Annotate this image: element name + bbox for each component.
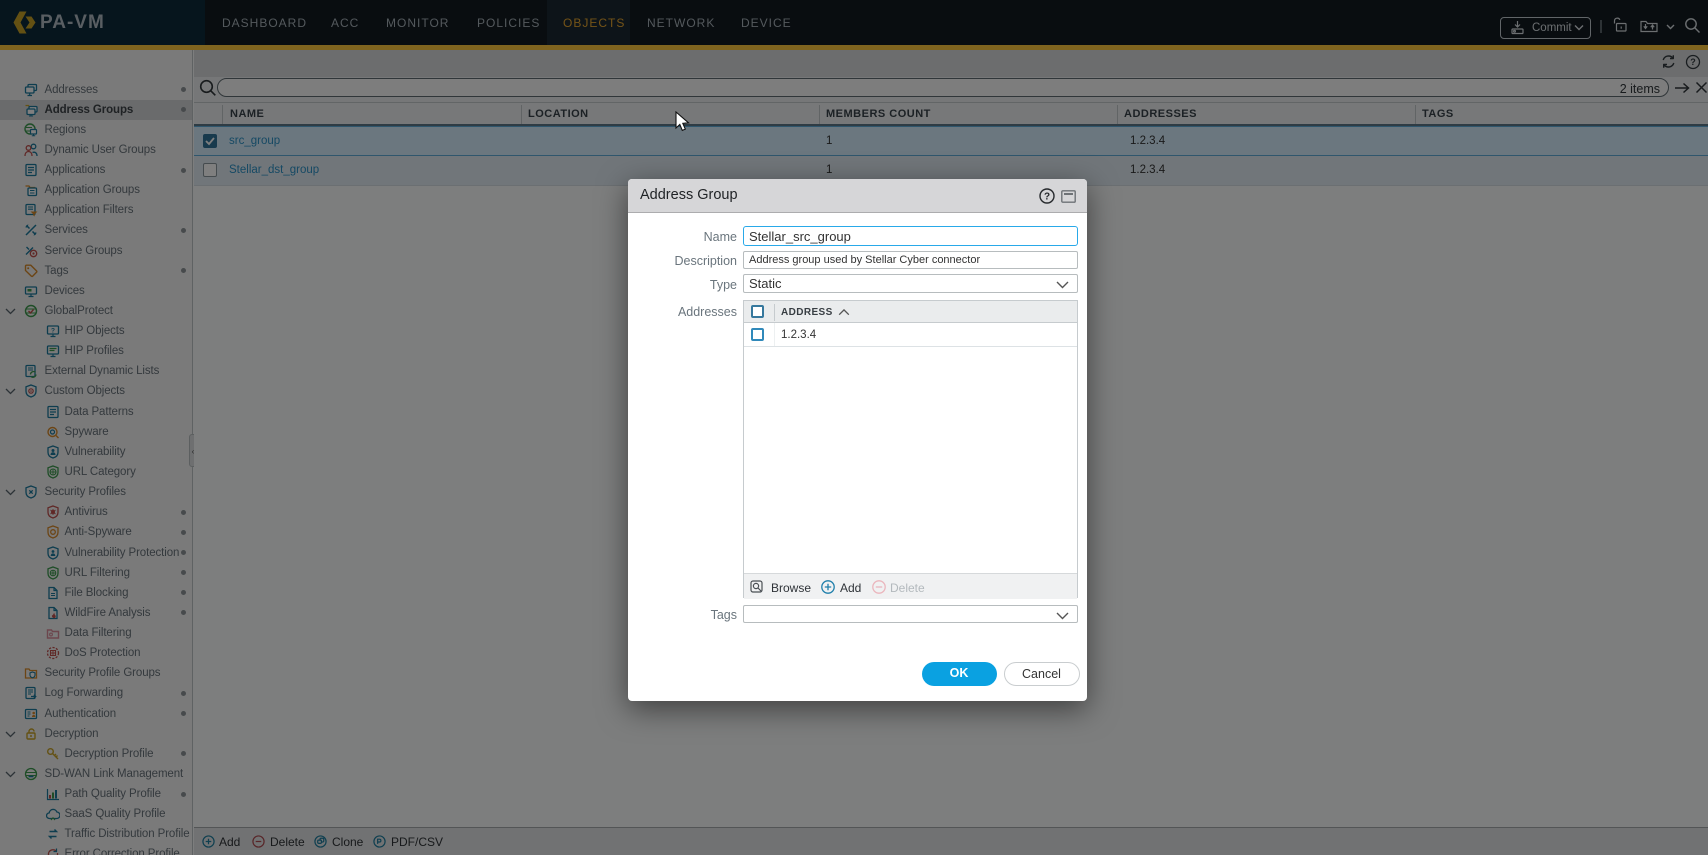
svg-text:?: ? [1044,192,1050,203]
